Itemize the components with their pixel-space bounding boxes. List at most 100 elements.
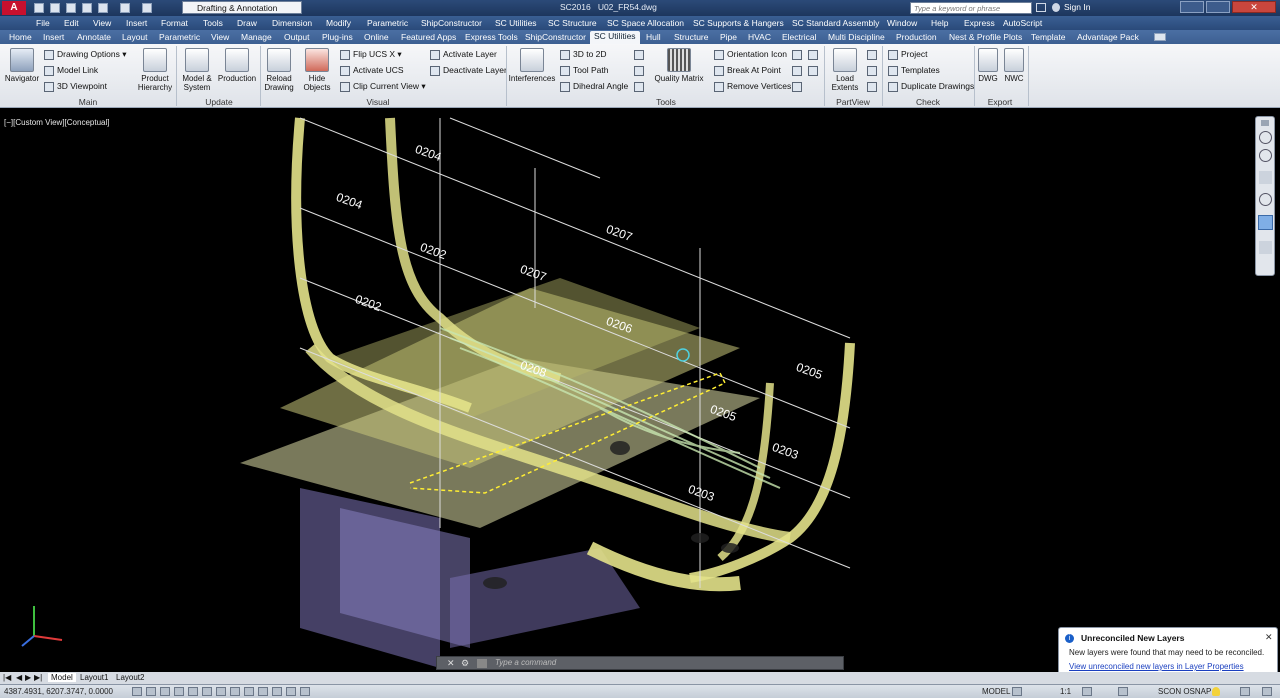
- drawing-options-button[interactable]: Drawing Options ▾: [44, 49, 126, 60]
- maximize-button[interactable]: [1206, 1, 1230, 13]
- 3d-to-2d-button[interactable]: 3D to 2D: [560, 49, 607, 60]
- close-navbar-icon[interactable]: [1261, 120, 1269, 126]
- tab-annotate[interactable]: Annotate: [77, 32, 111, 42]
- grid-icon[interactable]: [160, 687, 170, 696]
- snap-icon[interactable]: [146, 687, 156, 696]
- pan-icon[interactable]: [1259, 171, 1272, 184]
- dihedral-angle-button[interactable]: Dihedral Angle: [560, 81, 628, 92]
- tab-advantage-pack[interactable]: Advantage Pack: [1077, 32, 1139, 42]
- tab-pipe[interactable]: Pipe: [720, 32, 737, 42]
- tab-nav-first-icon[interactable]: |◀: [3, 673, 11, 682]
- project-button[interactable]: Project: [888, 49, 927, 60]
- menu-parametric[interactable]: Parametric: [367, 18, 408, 28]
- ribbon-minimize-icon[interactable]: [1154, 33, 1166, 41]
- qp-icon[interactable]: [286, 687, 296, 696]
- new-icon[interactable]: [34, 3, 44, 13]
- reload-drawing-button[interactable]: Reload Drawing: [262, 48, 296, 92]
- viewcube-icon[interactable]: [1259, 131, 1272, 144]
- tab-structure[interactable]: Structure: [674, 32, 709, 42]
- cmd-history-icon[interactable]: [477, 659, 487, 668]
- tab-insert[interactable]: Insert: [43, 32, 64, 42]
- clean-screen-icon[interactable]: [1262, 687, 1272, 696]
- navigator-button[interactable]: Navigator: [4, 48, 40, 83]
- tab-production[interactable]: Production: [896, 32, 937, 42]
- ducs-icon[interactable]: [230, 687, 240, 696]
- clip-current-view-button[interactable]: Clip Current View ▾: [340, 81, 426, 92]
- templates-button[interactable]: Templates: [888, 65, 940, 76]
- showmotion-icon[interactable]: [1259, 241, 1272, 254]
- tab-nav-last-icon[interactable]: ▶|: [34, 673, 42, 682]
- menu-sc-space-allocation[interactable]: SC Space Allocation: [607, 18, 684, 28]
- steering-wheel-icon[interactable]: [1259, 149, 1272, 162]
- tab-express-tools[interactable]: Express Tools: [465, 32, 518, 42]
- tool-d-icon[interactable]: [792, 50, 802, 60]
- layout-tab-model[interactable]: Model: [48, 673, 76, 682]
- layout-tab-layout1[interactable]: Layout1: [80, 673, 108, 682]
- menu-insert[interactable]: Insert: [126, 18, 147, 28]
- workspace-selector[interactable]: Drafting & Annotation: [182, 1, 302, 14]
- print-icon[interactable]: [98, 3, 108, 13]
- orbit-icon[interactable]: [1258, 215, 1273, 230]
- viewport-scale[interactable]: 1:1: [1060, 687, 1071, 696]
- menu-tools[interactable]: Tools: [203, 18, 223, 28]
- tab-featured-apps[interactable]: Featured Apps: [401, 32, 456, 42]
- activate-ucs-button[interactable]: Activate UCS: [340, 65, 404, 76]
- tool-h-icon[interactable]: [792, 82, 802, 92]
- menu-draw[interactable]: Draw: [237, 18, 257, 28]
- binoculars-icon[interactable]: [1036, 3, 1046, 12]
- tab-shipconstructor[interactable]: ShipConstructor: [525, 32, 586, 42]
- menu-help[interactable]: Help: [931, 18, 948, 28]
- tpy-icon[interactable]: [272, 687, 282, 696]
- menu-sc-supports-hangers[interactable]: SC Supports & Hangers: [693, 18, 784, 28]
- flip-ucs-button[interactable]: Flip UCS X ▾: [340, 49, 402, 60]
- tab-output[interactable]: Output: [284, 32, 310, 42]
- infer-constraints-icon[interactable]: [132, 687, 142, 696]
- tool-b-icon[interactable]: [634, 66, 644, 76]
- minimize-button[interactable]: [1180, 1, 1204, 13]
- production-button[interactable]: Production: [216, 48, 258, 83]
- tool-g-icon[interactable]: [808, 66, 818, 76]
- menu-window[interactable]: Window: [887, 18, 917, 28]
- lwt-icon[interactable]: [258, 687, 268, 696]
- saveas-icon[interactable]: [82, 3, 92, 13]
- duplicate-drawings-button[interactable]: Duplicate Drawings: [888, 81, 974, 92]
- menu-view[interactable]: View: [93, 18, 111, 28]
- 3d-viewpoint-button[interactable]: 3D Viewpoint: [44, 81, 107, 92]
- close-button[interactable]: ✕: [1232, 1, 1276, 13]
- product-hierarchy-button[interactable]: Product Hierarchy: [136, 48, 174, 92]
- polar-icon[interactable]: [188, 687, 198, 696]
- interferences-button[interactable]: Interferences: [508, 48, 556, 83]
- deactivate-layer-button[interactable]: Deactivate Layer: [430, 65, 507, 76]
- tool-c-icon[interactable]: [634, 82, 644, 92]
- tab-online[interactable]: Online: [364, 32, 389, 42]
- sign-in-link[interactable]: Sign In: [1064, 2, 1090, 12]
- menu-express[interactable]: Express: [964, 18, 995, 28]
- layout-tab-layout2[interactable]: Layout2: [116, 673, 144, 682]
- quality-matrix-button[interactable]: Quality Matrix: [652, 48, 706, 83]
- tool-path-button[interactable]: Tool Path: [560, 65, 608, 76]
- hide-objects-button[interactable]: Hide Objects: [300, 48, 334, 92]
- load-extents-button[interactable]: Load Extents: [828, 48, 862, 92]
- menu-sc-standard-assembly[interactable]: SC Standard Assembly: [792, 18, 879, 28]
- cmd-settings-icon[interactable]: ⚙: [461, 658, 469, 669]
- export-nwc-button[interactable]: NWC: [1002, 48, 1026, 83]
- workspace-switch-icon[interactable]: [1118, 687, 1128, 696]
- menu-format[interactable]: Format: [161, 18, 188, 28]
- menu-edit[interactable]: Edit: [64, 18, 79, 28]
- layout-view-icon[interactable]: [1012, 687, 1022, 696]
- tab-nest-profile-plots[interactable]: Nest & Profile Plots: [949, 32, 1022, 42]
- tab-parametric[interactable]: Parametric: [159, 32, 200, 42]
- partview-a-icon[interactable]: [867, 50, 877, 60]
- bulb-icon[interactable]: [1212, 687, 1220, 696]
- menu-sc-utilities[interactable]: SC Utilities: [495, 18, 537, 28]
- tab-view[interactable]: View: [211, 32, 229, 42]
- model-link-button[interactable]: Model Link: [44, 65, 98, 76]
- tab-template[interactable]: Template: [1031, 32, 1066, 42]
- tab-home[interactable]: Home: [9, 32, 32, 42]
- zoom-icon[interactable]: [1259, 193, 1272, 206]
- model-space-toggle[interactable]: MODEL: [982, 687, 1010, 696]
- menu-shipconstructor[interactable]: ShipConstructor: [421, 18, 482, 28]
- tab-nav-prev-icon[interactable]: ◀: [16, 673, 22, 682]
- tray-settings-icon[interactable]: [1240, 687, 1250, 696]
- tab-electrical[interactable]: Electrical: [782, 32, 816, 42]
